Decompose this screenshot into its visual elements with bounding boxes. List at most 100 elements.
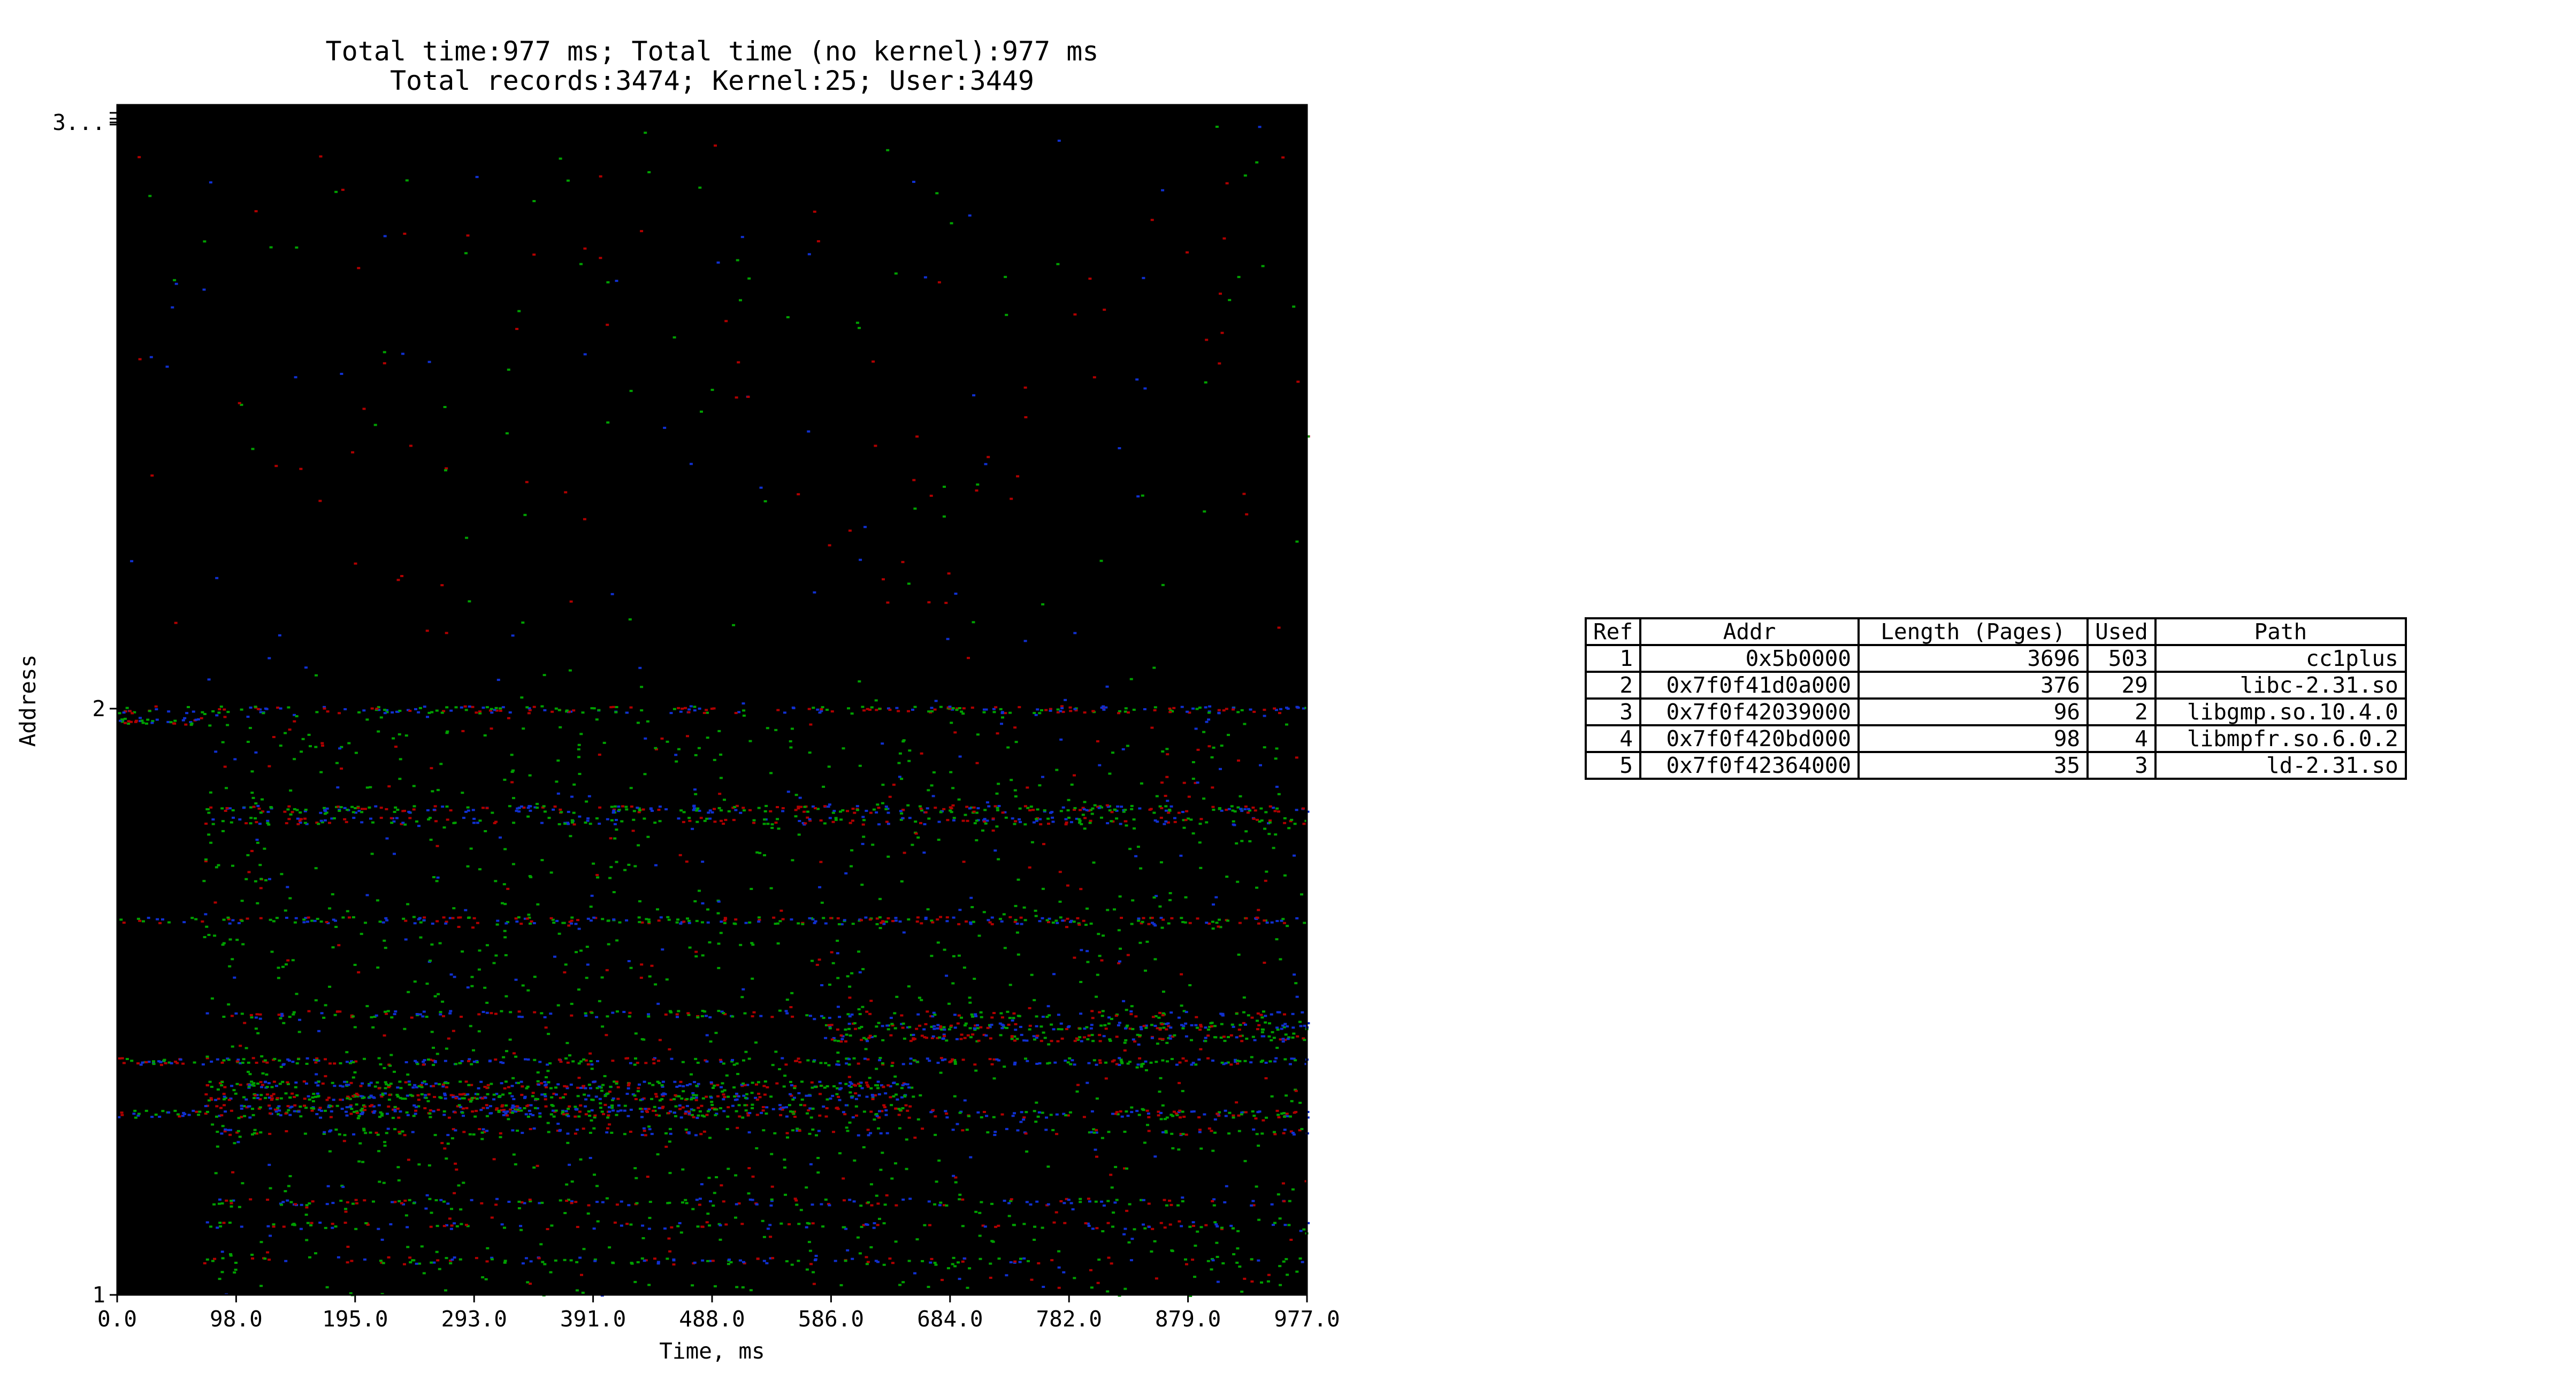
access-point [318, 500, 322, 502]
access-point [869, 1000, 873, 1002]
access-point [943, 1029, 946, 1031]
access-point [248, 727, 252, 730]
access-point [765, 1106, 769, 1109]
access-point [884, 1114, 888, 1116]
access-point [1220, 332, 1224, 334]
access-point [894, 272, 898, 275]
access-point [1167, 922, 1171, 925]
access-point [1035, 1015, 1038, 1018]
access-point [397, 1116, 401, 1119]
access-point [1263, 709, 1266, 711]
access-point [361, 1082, 364, 1085]
access-point [962, 1257, 966, 1260]
access-point [243, 1022, 247, 1024]
access-point [1219, 293, 1222, 295]
access-point [1235, 1261, 1239, 1264]
access-point [1115, 1035, 1119, 1038]
access-point [492, 1093, 496, 1096]
access-point [528, 805, 531, 808]
access-point [231, 919, 235, 922]
access-point [980, 1016, 983, 1018]
access-point [820, 984, 824, 986]
access-point [901, 1107, 905, 1109]
access-point [1102, 705, 1105, 708]
access-point [532, 1166, 536, 1169]
access-point [889, 1017, 893, 1019]
access-point [952, 1175, 956, 1177]
access-point [1229, 1034, 1233, 1037]
access-point [249, 822, 253, 825]
access-point [408, 1083, 411, 1086]
access-point [1295, 809, 1298, 811]
access-point [994, 706, 998, 709]
access-point [1263, 715, 1266, 717]
access-point [912, 1095, 915, 1098]
access-point [603, 1095, 607, 1098]
access-point [540, 1201, 544, 1204]
access-point [1244, 1023, 1247, 1026]
access-point [355, 1111, 359, 1114]
access-point [1090, 1110, 1094, 1113]
access-point [1228, 299, 1232, 301]
access-point [286, 1105, 290, 1107]
access-point [559, 808, 562, 811]
access-point [590, 1119, 593, 1122]
access-point [1110, 811, 1114, 814]
access-point [1213, 1118, 1217, 1121]
access-point [709, 1096, 713, 1099]
access-point [953, 1095, 957, 1098]
access-point [584, 1098, 588, 1101]
access-point [1095, 1063, 1098, 1066]
access-point [555, 780, 559, 783]
access-point [973, 1063, 977, 1066]
access-point [615, 828, 618, 831]
access-point [742, 1059, 745, 1062]
access-point [944, 1110, 947, 1113]
access-point [1187, 795, 1191, 798]
access-point [376, 966, 380, 969]
access-point [1273, 1222, 1276, 1224]
access-point [1025, 1201, 1029, 1203]
access-point [1000, 1113, 1004, 1116]
access-point [897, 710, 900, 712]
access-point [961, 1058, 965, 1061]
access-point [242, 1058, 246, 1061]
access-point [846, 1130, 850, 1132]
access-point [962, 861, 966, 863]
access-point [1153, 1155, 1157, 1158]
access-point [408, 817, 412, 819]
access-point [814, 1086, 818, 1088]
access-point [737, 1095, 740, 1098]
access-point [323, 1131, 326, 1133]
access-point [848, 985, 852, 988]
access-point [701, 1097, 705, 1100]
access-point [525, 706, 529, 709]
access-point [122, 711, 126, 714]
access-point [813, 922, 816, 924]
access-point [990, 1202, 993, 1205]
access-point [908, 1198, 912, 1200]
access-point [1153, 924, 1157, 927]
access-point [785, 1260, 789, 1263]
access-point [1089, 922, 1093, 925]
access-point [750, 888, 753, 890]
access-point [865, 1010, 869, 1013]
access-point [658, 1099, 662, 1102]
access-point [500, 1105, 504, 1108]
access-point [655, 1095, 659, 1098]
access-point [434, 1082, 438, 1085]
access-point [384, 1081, 387, 1084]
access-point [1143, 708, 1146, 710]
access-point [270, 1094, 273, 1097]
access-point [751, 977, 754, 980]
access-point [345, 1114, 349, 1117]
access-point [1124, 820, 1128, 823]
access-point [444, 1094, 447, 1096]
access-point [213, 1257, 217, 1260]
access-point [950, 811, 953, 814]
access-point [1063, 1222, 1067, 1224]
access-point [1078, 1027, 1082, 1030]
access-point [454, 1097, 458, 1100]
access-point [757, 920, 761, 923]
access-point [1295, 705, 1299, 708]
